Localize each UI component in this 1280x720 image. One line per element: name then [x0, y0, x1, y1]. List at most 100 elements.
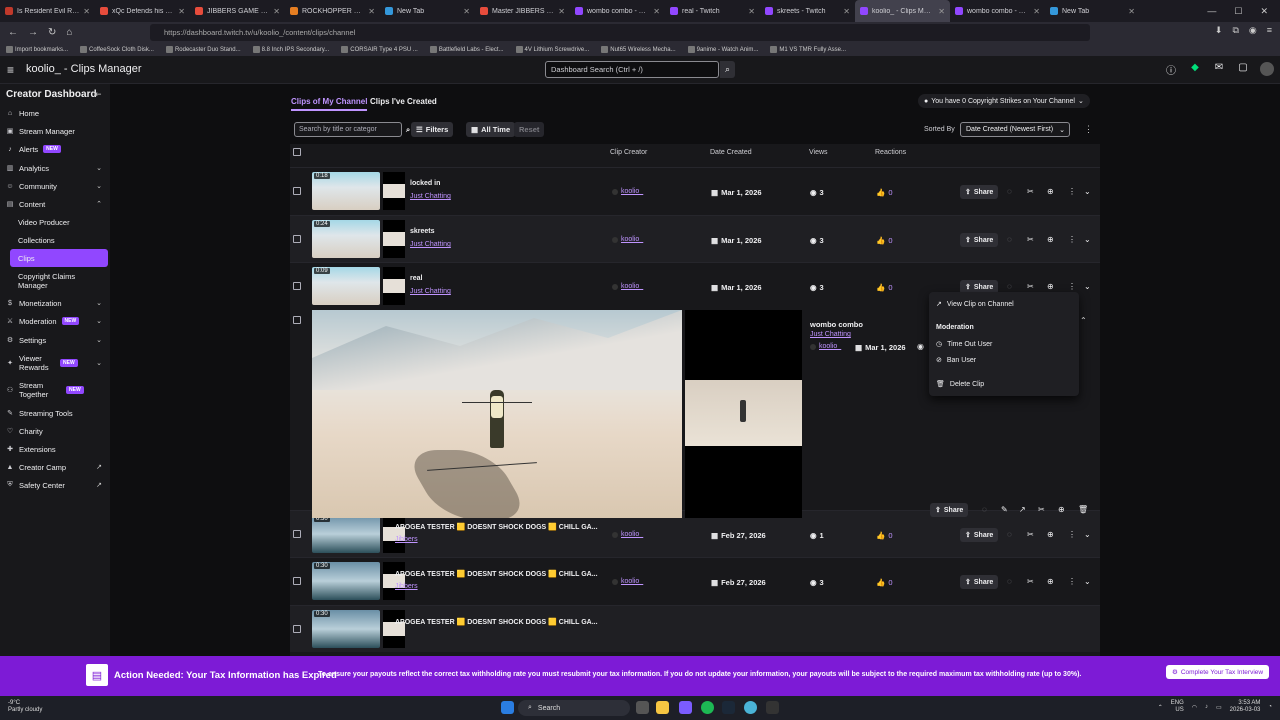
menu-icon[interactable]: ≡ [1267, 25, 1272, 36]
clip-category[interactable]: Jibbers [395, 583, 418, 590]
reset-button[interactable]: Reset [514, 122, 545, 137]
clip-creator[interactable]: koolio_ [612, 578, 643, 585]
clip-vertical-thumbnail[interactable] [383, 220, 405, 258]
row-checkbox[interactable] [293, 530, 301, 538]
col-reactions[interactable]: Reactions [875, 149, 906, 156]
more-options-icon[interactable]: ⋮ [1068, 530, 1076, 539]
close-tab-icon[interactable]: ✕ [368, 7, 375, 16]
clip-title[interactable]: locked in [410, 180, 440, 187]
wifi-icon[interactable]: ◠ [1192, 704, 1197, 711]
more-options-icon[interactable]: ⋮ [1068, 235, 1076, 244]
task-view-icon[interactable] [636, 701, 649, 714]
clip-title[interactable]: APOGEA TESTER 🟨 DOESNT SHOCK DOGS 🟨 CHIL… [395, 523, 598, 531]
sidebar-item-stream-together[interactable]: ⚇ Stream Together NEW [0, 379, 110, 401]
tray-chevron-icon[interactable]: ⌃ [1158, 704, 1163, 711]
sidebar-item-clips[interactable]: Clips [10, 249, 108, 267]
scissors-icon[interactable]: ✂ [1038, 505, 1045, 514]
expanded-share-button[interactable]: ⇪ Share [930, 503, 969, 517]
scissors-icon[interactable]: ✂ [1027, 235, 1034, 244]
select-all-checkbox[interactable] [293, 148, 301, 156]
language-indicator[interactable]: ENG US [1171, 700, 1184, 714]
reload-icon[interactable]: ↻ [48, 27, 56, 38]
browser-tab[interactable]: New Tab ✕ [1045, 0, 1140, 22]
sidebar-item-analytics[interactable]: ▥ Analytics ⌄ [0, 159, 110, 177]
add-icon[interactable]: ⊕ [1058, 505, 1065, 514]
table-row[interactable]: 0:30 APOGEA TESTER 🟨 DOESNT SHOCK DOGS 🟨 … [290, 605, 1100, 652]
close-tab-icon[interactable]: ✕ [463, 7, 470, 16]
add-icon[interactable]: ⊕ [1047, 187, 1054, 196]
browser-tab[interactable]: Master JIBBERS Fast - Yo✕ [475, 0, 570, 22]
extensions-icon[interactable]: ⧉ [1232, 25, 1238, 36]
forward-icon[interactable]: → [28, 27, 38, 38]
notifications-icon[interactable]: ▢ [1236, 62, 1250, 77]
complete-tax-interview-button[interactable]: ⚙ Complete Your Tax Interview [1166, 665, 1270, 679]
browser-tab[interactable]: real - Twitch ✕ [665, 0, 760, 22]
sidebar-item-copyright-claims[interactable]: Copyright Claims Manager [0, 270, 110, 292]
creator-icon[interactable]: ◆ [1188, 62, 1202, 77]
bookmark-item[interactable]: Import bookmarks... [6, 46, 68, 53]
avatar[interactable] [1260, 62, 1274, 76]
menu-item-delete[interactable]: 🗑 Delete Clip [936, 380, 984, 389]
sidebar-item-settings[interactable]: ⚙ Settings ⌄ [0, 331, 110, 349]
bookmark-item[interactable]: Nut65 Wireless Mecha... [601, 46, 676, 53]
clip-vertical-preview[interactable] [685, 310, 802, 518]
steam-icon[interactable] [722, 701, 735, 714]
filters-button[interactable]: ☰ Filters [411, 122, 454, 137]
browser-tab[interactable]: wombo combo - Twitch✕ [950, 0, 1045, 22]
external-link-icon[interactable]: ↗ [1019, 505, 1026, 514]
clip-category[interactable]: Just Chatting [410, 241, 451, 248]
collapse-sidebar-icon[interactable]: ⇤ [94, 89, 102, 100]
profile-icon[interactable]: ◉ [1249, 25, 1257, 36]
copyright-strikes-badge[interactable]: ● You have 0 Copyright Strikes on Your Ch… [918, 94, 1090, 108]
clip-thumbnail[interactable]: 0:18 [312, 172, 380, 210]
bookmark-item[interactable]: 4V Lithium Screwdrive... [515, 46, 589, 53]
scissors-icon[interactable]: ✂ [1027, 282, 1034, 291]
sidebar-item-alerts[interactable]: ♪ Alerts NEW [0, 140, 110, 158]
more-options-icon[interactable]: ⋮ [1084, 124, 1093, 135]
clip-thumbnail[interactable]: 0:30 [312, 610, 380, 648]
col-date-created[interactable]: Date Created [710, 149, 752, 156]
clip-vertical-thumbnail[interactable] [383, 610, 405, 648]
inbox-icon[interactable]: ✉ [1212, 62, 1226, 77]
more-options-icon[interactable]: ⋮ [1068, 187, 1076, 196]
menu-item-view-clip[interactable]: ↗ View Clip on Channel [936, 300, 1014, 309]
share-button[interactable]: ⇪ Share [960, 575, 999, 589]
battery-icon[interactable]: ▭ [1216, 704, 1222, 711]
tab-clips-ive-created[interactable]: Clips I've Created [370, 97, 437, 106]
more-options-icon[interactable]: ⋮ [1068, 282, 1076, 291]
sidebar-item-video-producer[interactable]: Video Producer [0, 213, 110, 231]
download-icon[interactable]: ⬇ [1215, 25, 1223, 36]
row-checkbox[interactable] [293, 625, 301, 633]
close-tab-icon[interactable]: ✕ [938, 7, 945, 16]
sort-select[interactable]: Date Created (Newest First) ⌄ [960, 122, 1070, 137]
close-tab-icon[interactable]: ✕ [748, 7, 755, 16]
app-icon[interactable] [766, 701, 779, 714]
hamburger-icon[interactable]: ≡ [7, 64, 19, 76]
clip-video-player[interactable] [312, 310, 682, 518]
start-icon[interactable] [501, 701, 514, 714]
clip-thumbnail[interactable]: 0:24 [312, 220, 380, 258]
table-row[interactable]: 0:30 APOGEA TESTER 🟨 DOESNT SHOCK DOGS 🟨 … [290, 557, 1100, 604]
scissors-icon[interactable]: ✂ [1027, 577, 1034, 586]
add-icon[interactable]: ⊕ [1047, 577, 1054, 586]
sidebar-item-collections[interactable]: Collections [0, 231, 110, 249]
clip-title[interactable]: APOGEA TESTER 🟨 DOESNT SHOCK DOGS 🟨 CHIL… [395, 618, 598, 626]
sidebar-item-charity[interactable]: ♡ Charity [0, 422, 110, 440]
clock[interactable]: 3:53 AM 2026-03-03 [1230, 700, 1261, 714]
all-time-button[interactable]: ▦ All Time [466, 122, 516, 137]
bookmark-item[interactable]: 9anime - Watch Anim... [687, 46, 758, 53]
close-icon[interactable]: ✕ [1260, 6, 1268, 17]
clip-category[interactable]: Jibbers [395, 536, 418, 543]
browser-tab[interactable]: skreets - Twitch ✕ [760, 0, 855, 22]
sidebar-item-safety-center[interactable]: ⛨ Safety Center ↗ [0, 476, 110, 494]
sidebar-item-stream-manager[interactable]: ▣ Stream Manager [0, 122, 110, 140]
taskbar-search[interactable]: ⌕ Search [518, 700, 630, 716]
chevron-down-icon[interactable]: ⌄ [1084, 187, 1091, 196]
bookmark-item[interactable]: Rodecaster Duo Stand... [165, 46, 241, 53]
row-checkbox[interactable] [293, 187, 301, 195]
browser-tab[interactable]: New Tab ✕ [380, 0, 475, 22]
bookmark-item[interactable]: 8.8 Inch IPS Secondary... [252, 46, 329, 53]
chevron-down-icon[interactable]: ⌄ [1084, 577, 1091, 586]
table-row[interactable]: 0:18 locked in Just Chatting koolio_ ▦ Mar 1,… [290, 167, 1100, 214]
clip-thumbnail[interactable]: 0:30 [312, 515, 380, 553]
